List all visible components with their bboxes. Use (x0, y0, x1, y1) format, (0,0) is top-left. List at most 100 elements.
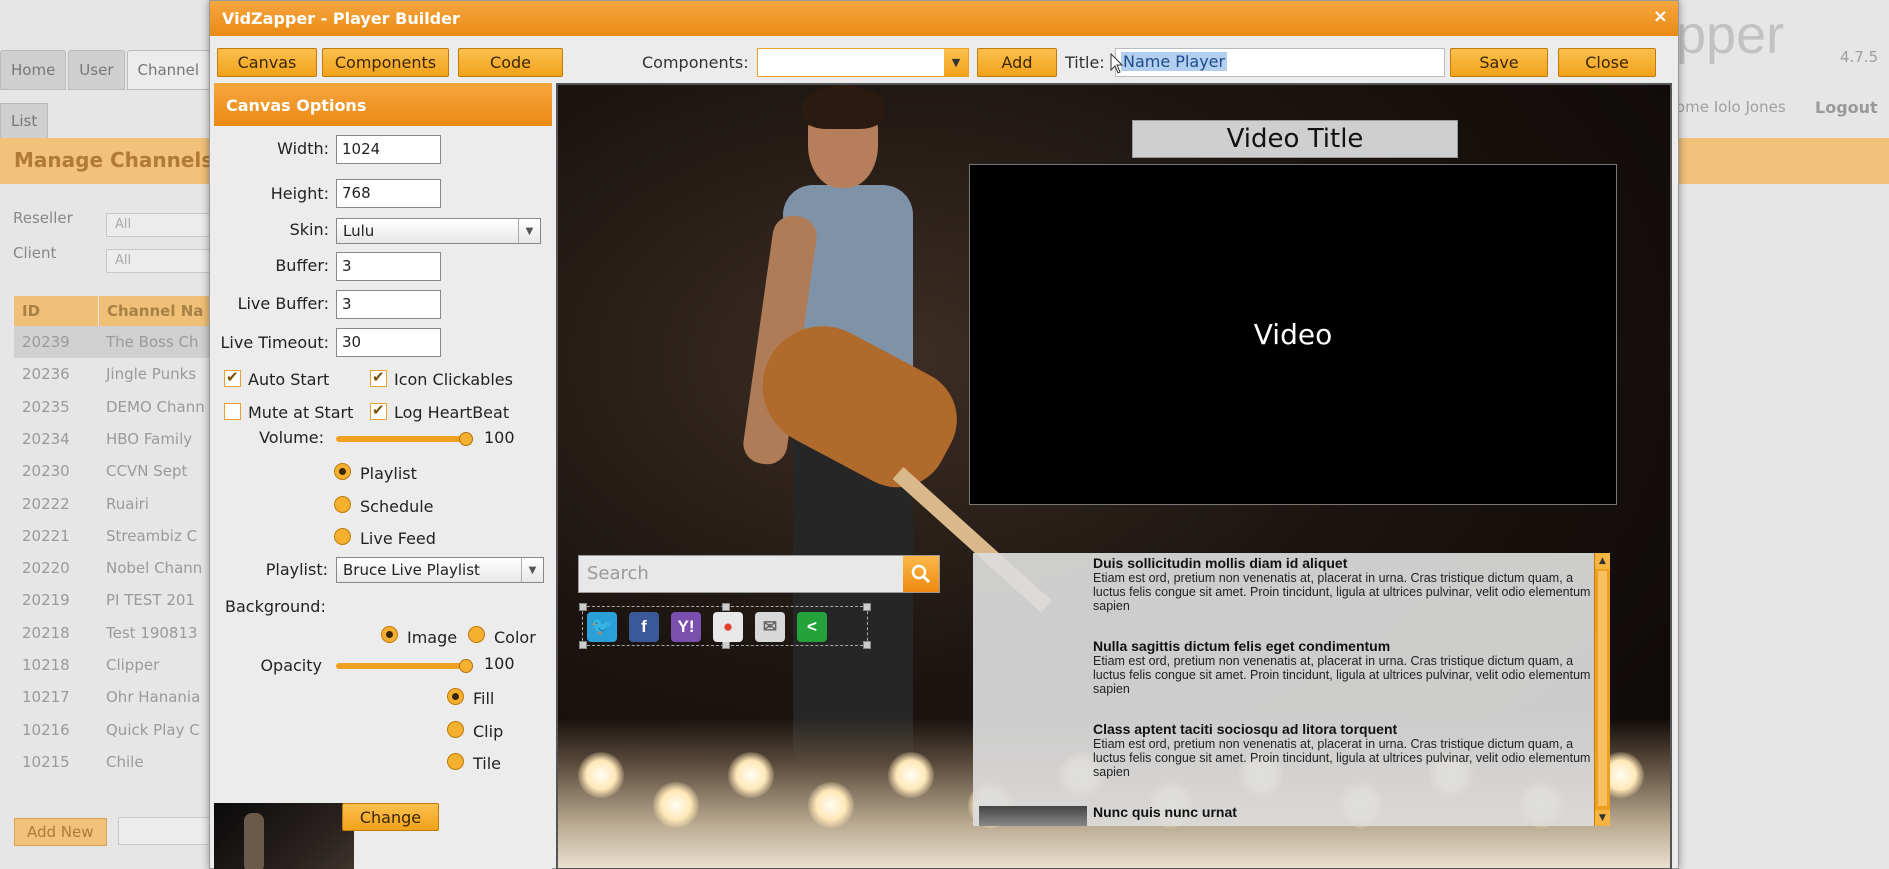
close-icon[interactable]: × (1653, 6, 1668, 27)
scroll-down-icon[interactable]: ▼ (1595, 810, 1610, 826)
table-row[interactable]: 20230 CCVN Sept (14, 455, 214, 487)
chevron-down-icon[interactable]: ▼ (518, 219, 540, 243)
tab-home[interactable]: Home (0, 50, 67, 90)
yahoo-icon[interactable]: Y! (671, 612, 701, 642)
volume-slider[interactable] (336, 436, 470, 442)
search-input[interactable]: Search (579, 556, 905, 592)
player-canvas[interactable]: Video Title Video Search 🐦 f Y! ● ✉ < Duis so… (556, 83, 1672, 869)
close-button[interactable]: Close (1558, 48, 1656, 77)
playlist-item[interactable]: Duis sollicitudin mollis diam id aliquet… (1093, 555, 1593, 613)
bg-radio-image[interactable] (381, 626, 398, 643)
email-icon[interactable]: ✉ (755, 612, 785, 642)
chevron-down-icon[interactable]: ▼ (521, 558, 543, 582)
auto-start-checkbox[interactable] (224, 368, 241, 387)
bg-radio-color[interactable] (468, 626, 485, 643)
search-icon (911, 564, 931, 584)
fit-radio-tile[interactable] (447, 753, 464, 770)
row-id: 20220 (22, 559, 70, 578)
player-title-value: Name Player (1121, 52, 1228, 71)
dialog-titlebar[interactable]: VidZapper - Player Builder × (210, 1, 1678, 36)
table-row[interactable]: 10217 Ohr Hanania (14, 681, 214, 713)
change-background-button[interactable]: Change (342, 803, 439, 831)
buffer-label: Buffer: (275, 256, 329, 275)
resize-handle[interactable] (579, 603, 587, 611)
live-timeout-input[interactable]: 30 (336, 328, 441, 357)
mute-at-start-checkbox[interactable] (224, 403, 241, 420)
icon-clickables-checkbox[interactable] (370, 368, 387, 387)
tab-user[interactable]: User (68, 50, 125, 90)
search-button[interactable] (903, 556, 939, 592)
table-row[interactable]: 10215 Chile (14, 746, 214, 778)
components-tab-button[interactable]: Components (322, 48, 449, 77)
tab-channel[interactable]: Channel (126, 50, 211, 90)
resize-handle[interactable] (722, 603, 730, 611)
search-component[interactable]: Search (578, 555, 940, 593)
video-title-component[interactable]: Video Title (1132, 120, 1458, 158)
reseller-select[interactable]: All (106, 213, 216, 237)
playlist-component[interactable]: Duis sollicitudin mollis diam id aliquet… (973, 553, 1610, 826)
playlist-item-title: Nunc quis nunc urnat (1093, 804, 1237, 820)
table-row[interactable]: 20234 HBO Family (14, 423, 214, 455)
fit-radio-fill[interactable] (447, 688, 464, 705)
skin-select[interactable]: Lulu ▼ (336, 218, 541, 244)
save-button[interactable]: Save (1450, 48, 1548, 77)
table-row[interactable]: 20221 Streambiz C (14, 520, 214, 552)
video-component[interactable]: Video (969, 164, 1617, 505)
player-title-input[interactable]: Name Player (1115, 48, 1445, 77)
source-radio-playlist[interactable] (334, 463, 351, 480)
width-input[interactable]: 1024 (336, 135, 441, 164)
components-combo[interactable]: ▼ (757, 48, 969, 77)
table-row[interactable]: 10218 Clipper (14, 649, 214, 681)
table-row[interactable]: 20222 Ruairi (14, 488, 214, 520)
add-component-button[interactable]: Add (977, 48, 1057, 77)
logout-link[interactable]: Logout (1815, 98, 1878, 117)
playlist-item[interactable]: Nunc quis nunc urnat (1093, 804, 1593, 820)
row-id: 10216 (22, 720, 70, 739)
opacity-slider[interactable] (336, 663, 470, 669)
facebook-icon[interactable]: f (629, 612, 659, 642)
table-row[interactable]: 20239 The Boss Ch (14, 326, 214, 358)
table-row[interactable]: 20219 PI TEST 201 (14, 584, 214, 616)
source-radio-live-feed[interactable] (334, 528, 351, 545)
scrollbar-thumb[interactable] (1598, 571, 1607, 806)
resize-handle[interactable] (722, 641, 730, 649)
add-new-input[interactable] (118, 817, 218, 845)
add-new-button[interactable]: Add New (14, 818, 107, 846)
share-component[interactable]: 🐦 f Y! ● ✉ < (579, 603, 871, 649)
table-row[interactable]: 10216 Quick Play C (14, 714, 214, 746)
playlist-item[interactable]: Nulla sagittis dictum felis eget condime… (1093, 638, 1593, 696)
playlist-select[interactable]: Bruce Live Playlist ▼ (336, 557, 544, 583)
canvas-tab-button[interactable]: Canvas (217, 48, 317, 77)
buffer-input[interactable]: 3 (336, 252, 441, 281)
volume-slider-handle[interactable] (459, 432, 473, 446)
scroll-up-icon[interactable]: ▲ (1595, 553, 1610, 569)
subtab-list[interactable]: List (0, 103, 49, 139)
log-heartbeat-checkbox[interactable] (370, 401, 387, 420)
table-row[interactable]: 20218 Test 190813 (14, 617, 214, 649)
resize-handle[interactable] (863, 603, 871, 611)
playlist-item[interactable]: Class aptent taciti sociosqu ad litora t… (1093, 721, 1593, 779)
live-buffer-input[interactable]: 3 (336, 290, 441, 319)
column-header-channel[interactable]: Channel Na (99, 296, 214, 326)
share-icon[interactable]: < (797, 612, 827, 642)
client-select[interactable]: All (106, 249, 216, 273)
code-tab-button[interactable]: Code (458, 48, 563, 77)
source-radio-schedule[interactable] (334, 496, 351, 513)
playlist-scrollbar[interactable]: ▲ ▼ (1594, 553, 1610, 826)
opacity-slider-handle[interactable] (459, 659, 473, 673)
google-icon[interactable]: ● (713, 612, 743, 642)
volume-value: 100 (484, 428, 515, 447)
twitter-icon[interactable]: 🐦 (587, 612, 617, 642)
row-channel-name: Ohr Hanania (106, 688, 201, 707)
app-logo: pper (1676, 5, 1785, 65)
chevron-down-icon[interactable]: ▼ (944, 49, 968, 76)
bg-label-image: Image (407, 628, 458, 647)
table-row[interactable]: 20235 DEMO Chann (14, 391, 214, 423)
resize-handle[interactable] (579, 641, 587, 649)
resize-handle[interactable] (863, 641, 871, 649)
table-row[interactable]: 20220 Nobel Chann (14, 552, 214, 584)
height-input[interactable]: 768 (336, 179, 441, 208)
table-row[interactable]: 20236 Jingle Punks (14, 358, 214, 390)
fit-radio-clip[interactable] (447, 721, 464, 738)
column-header-id[interactable]: ID (14, 296, 98, 326)
